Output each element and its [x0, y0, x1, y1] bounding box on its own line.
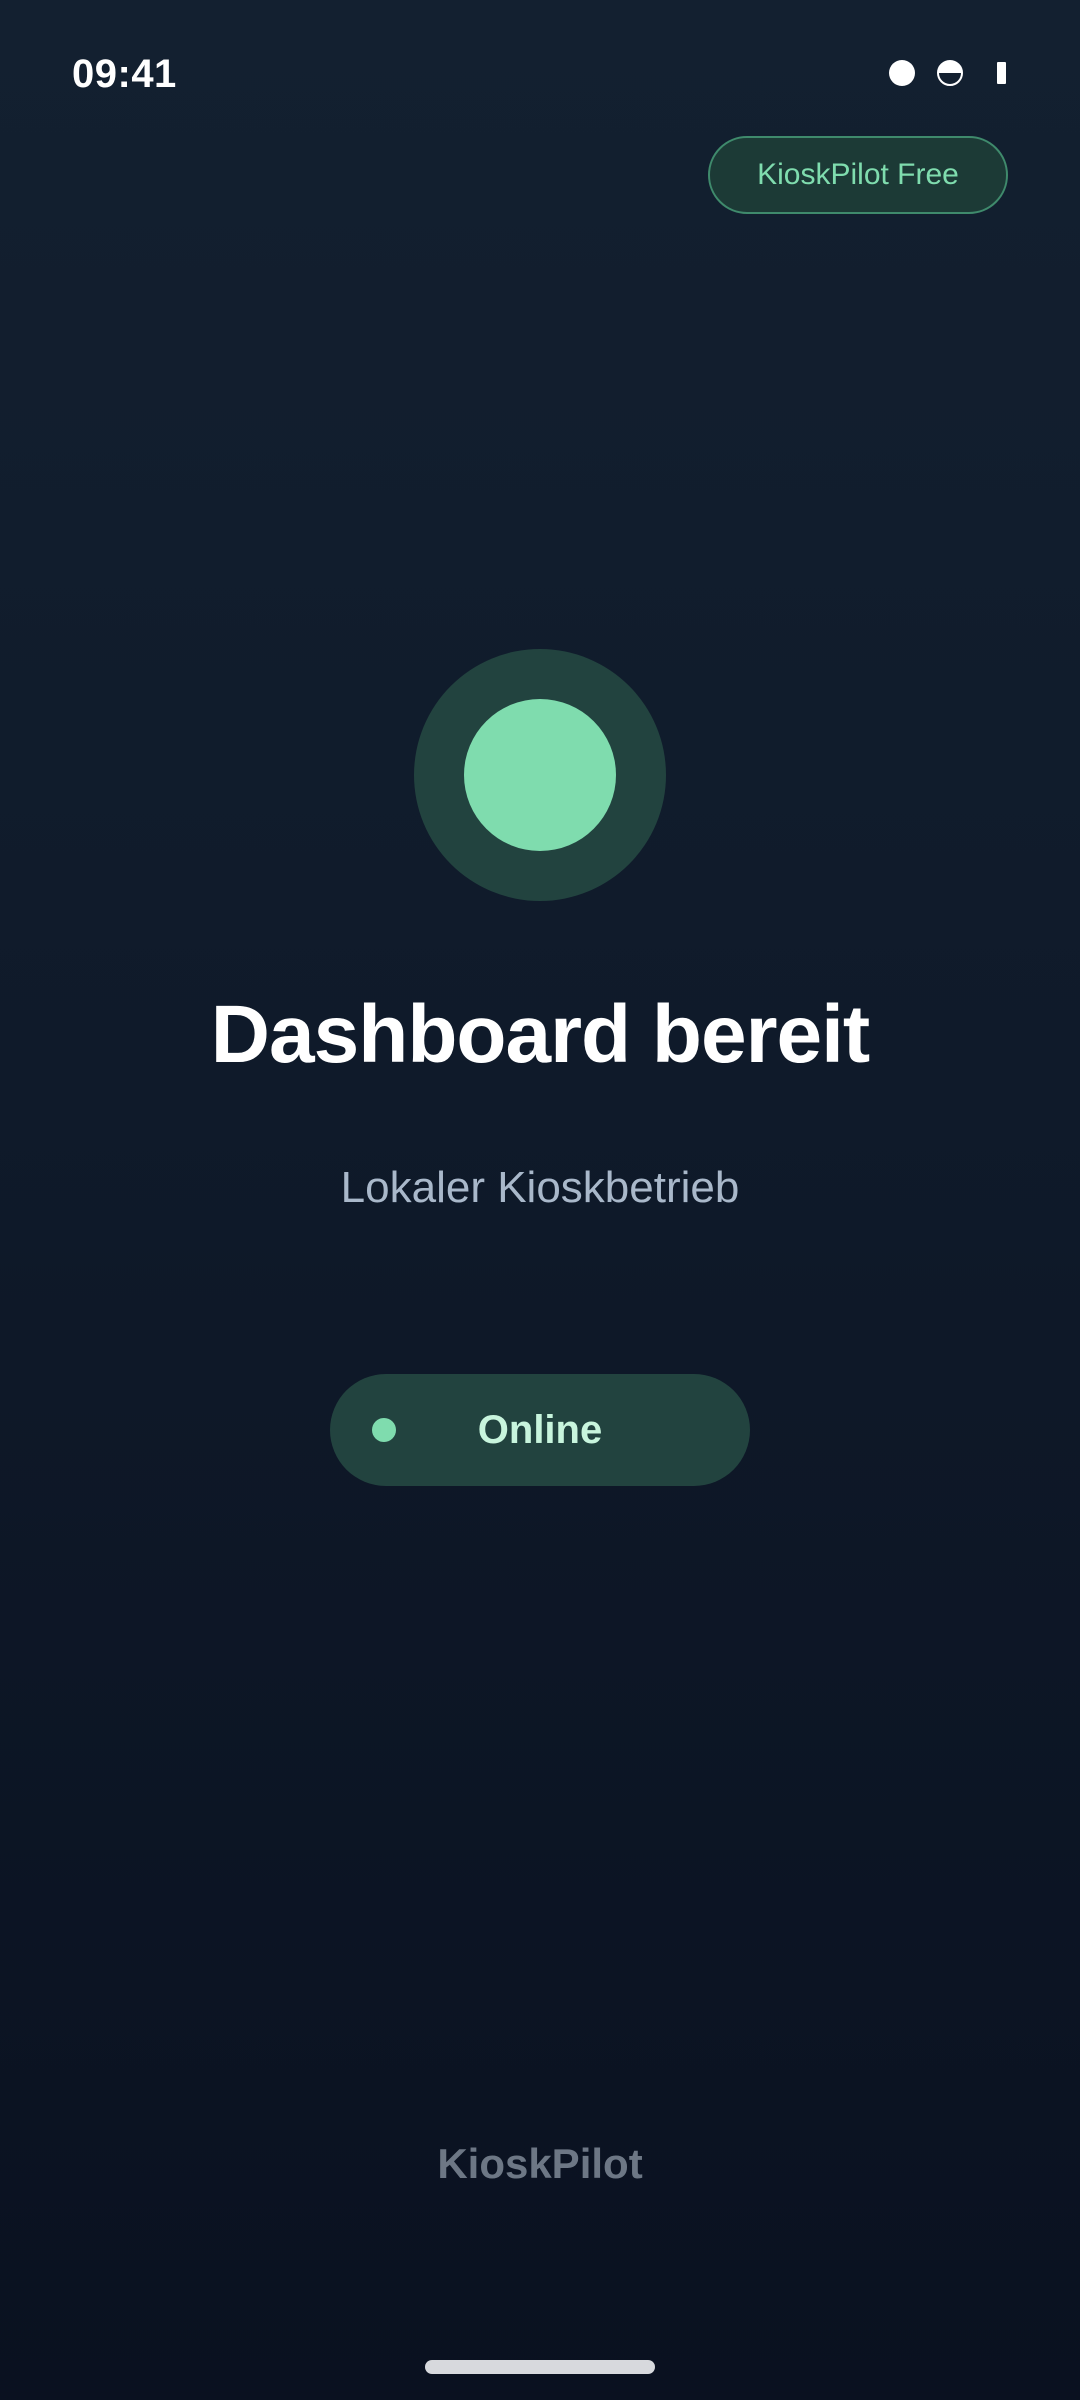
plan-badge[interactable]: KioskPilot Free	[708, 136, 1008, 214]
status-pill: Online	[330, 1374, 750, 1486]
status-icons	[889, 60, 1006, 86]
status-time: 09:41	[72, 52, 177, 96]
status-label: Online	[477, 1408, 603, 1452]
battery-icon	[997, 62, 1006, 84]
page-title: Dashboard bereit	[210, 989, 870, 1080]
half-circle-icon	[937, 60, 963, 86]
status-indicator-dot	[464, 699, 616, 851]
home-indicator[interactable]	[425, 2360, 655, 2374]
footer-brand: KioskPilot	[437, 2140, 643, 2187]
page-subtitle: Lokaler Kioskbetrieb	[340, 1163, 740, 1212]
circle-icon	[889, 60, 915, 86]
